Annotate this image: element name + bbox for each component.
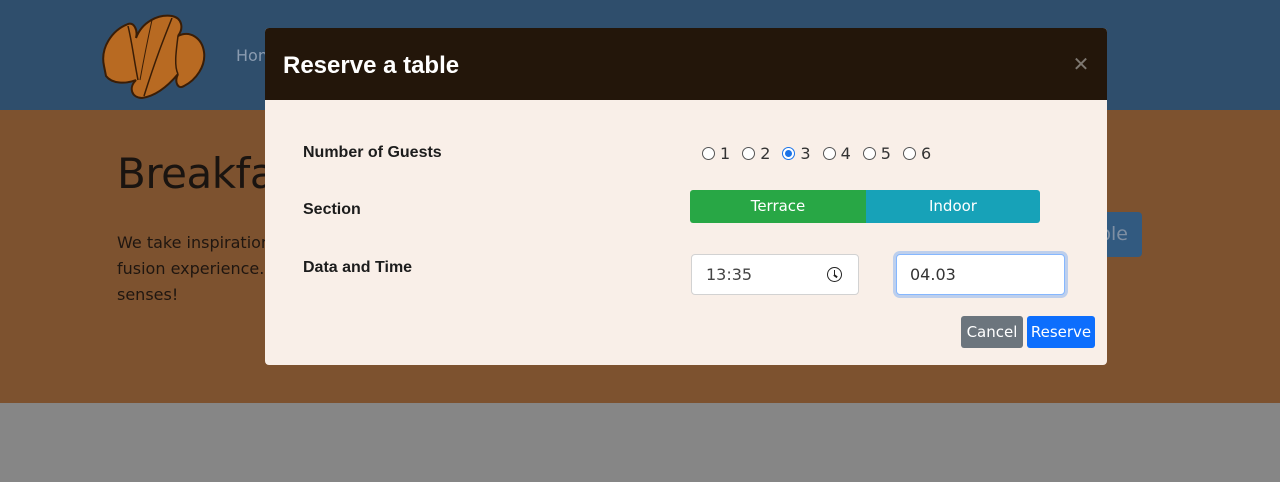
guest-option-label: 1 [720, 144, 731, 163]
guest-option-label: 4 [840, 144, 851, 163]
datetime-label: Data and Time [303, 259, 413, 276]
clock-icon[interactable] [827, 267, 842, 282]
cancel-button[interactable]: Cancel [961, 316, 1023, 348]
guest-option-label: 3 [800, 144, 811, 163]
guest-option-2[interactable]: 2 [742, 144, 770, 163]
close-icon[interactable]: ✕ [1069, 52, 1093, 76]
guest-option-label: 2 [760, 144, 771, 163]
indoor-button[interactable]: Indoor [866, 190, 1040, 223]
hero-text-line: fusion experience. C [117, 259, 281, 278]
croissant-logo[interactable] [98, 8, 210, 104]
time-input[interactable]: 13:35 [691, 254, 859, 295]
guest-option-4[interactable]: 4 [822, 144, 851, 163]
guest-option-6[interactable]: 6 [902, 144, 932, 163]
page-footer [0, 403, 1280, 482]
radio-button[interactable] [902, 147, 916, 160]
guests-label: Number of Guests [303, 144, 442, 161]
guest-option-label: 5 [880, 144, 891, 163]
guest-option-label: 6 [920, 144, 932, 163]
guest-option-1[interactable]: 1 [702, 144, 730, 163]
hero-text-line: We take inspiration [117, 233, 272, 252]
radio-button-checked[interactable] [782, 147, 796, 160]
hero-text-line: senses! [117, 285, 179, 304]
reserve-button[interactable]: Reserve [1027, 316, 1095, 348]
date-value: 04.03 [910, 265, 956, 284]
radio-button[interactable] [742, 147, 756, 160]
terrace-button[interactable]: Terrace [690, 190, 866, 223]
hero-text: We take inspiration fusion experience. C… [117, 230, 281, 308]
radio-button[interactable] [822, 147, 836, 160]
section-toggle-group: Terrace Indoor [690, 190, 1040, 223]
guest-option-3[interactable]: 3 [782, 144, 811, 163]
radio-button[interactable] [702, 147, 715, 160]
guests-radio-group: 1 2 3 4 5 6 [702, 144, 943, 163]
section-label: Section [303, 201, 361, 218]
reserve-modal: Reserve a table ✕ Number of Guests 1 2 3… [265, 28, 1107, 365]
date-input[interactable]: 04.03 [896, 254, 1065, 295]
time-value: 13:35 [706, 265, 753, 284]
guest-option-5[interactable]: 5 [862, 144, 891, 163]
radio-button[interactable] [862, 147, 876, 160]
modal-title: Reserve a table [283, 52, 460, 79]
modal-header: Reserve a table ✕ [265, 28, 1107, 100]
